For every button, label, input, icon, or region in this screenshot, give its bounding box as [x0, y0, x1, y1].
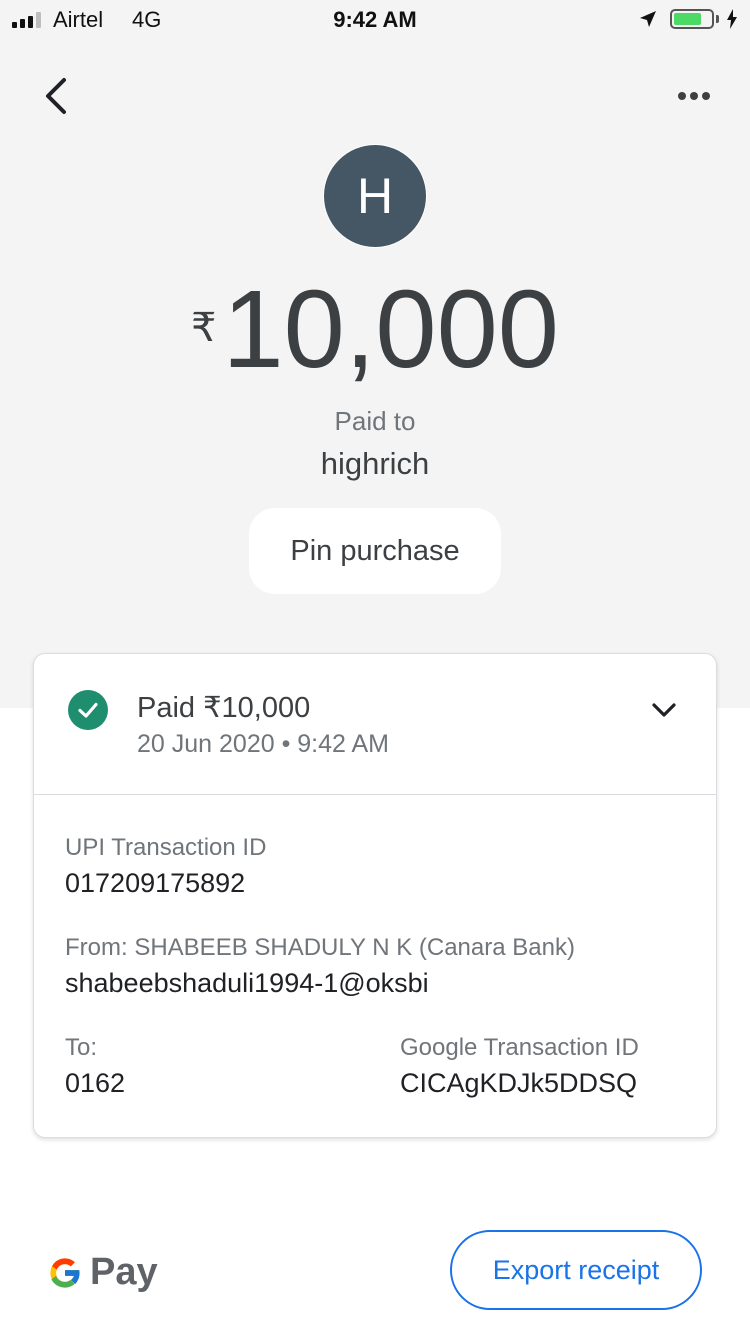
pin-purchase-button[interactable]: Pin purchase [249, 508, 501, 594]
transaction-details-card: Paid ₹10,000 20 Jun 2020 • 9:42 AM UPI T… [33, 653, 717, 1138]
from-upi-id: shabeebshaduli1994-1@oksbi [65, 968, 429, 998]
payment-date: 20 Jun 2020 • 9:42 AM [137, 730, 389, 758]
check-circle-icon [68, 690, 108, 730]
from-account-label: From: SHABEEB SHADULY N K (Canara Bank) [65, 934, 575, 961]
location-arrow-icon [640, 11, 656, 27]
battery-level [674, 13, 701, 25]
google-g-icon [50, 1257, 81, 1288]
avatar-initial: H [356, 168, 394, 224]
google-pay-logo: Pay [46, 1251, 158, 1294]
google-transaction-id-value: CICAgKDJk5DDSQ [400, 1068, 638, 1098]
more-options-button[interactable] [668, 80, 720, 112]
to-label: To: [65, 1034, 98, 1061]
payment-status-title: Paid ₹10,000 [137, 692, 311, 724]
battery-tip [716, 15, 719, 23]
charging-bolt-icon [727, 9, 737, 29]
payment-amount: ₹10,000 [0, 275, 750, 385]
upi-transaction-id-value: 017209175892 [65, 868, 246, 898]
export-receipt-button[interactable]: Export receipt [450, 1230, 702, 1310]
amount-value: 10,000 [222, 268, 559, 391]
battery-icon [670, 9, 714, 29]
payee-avatar: H [324, 145, 426, 247]
chevron-down-icon [652, 703, 676, 717]
google-transaction-id-label: Google Transaction ID [400, 1034, 639, 1061]
card-divider [34, 794, 716, 795]
chevron-left-icon [46, 78, 66, 114]
expand-details-button[interactable] [646, 692, 682, 728]
google-pay-wordmark: Pay [90, 1251, 158, 1293]
paid-to-label: Paid to [334, 406, 416, 436]
currency-symbol: ₹ [191, 306, 217, 350]
status-bar: Airtel 4G 9:42 AM [0, 0, 750, 40]
back-button[interactable] [36, 74, 80, 118]
more-horizontal-icon [678, 92, 710, 100]
to-value: 0162 [65, 1068, 126, 1098]
payee-name: highrich [320, 446, 430, 481]
upi-transaction-id-label: UPI Transaction ID [65, 834, 267, 861]
